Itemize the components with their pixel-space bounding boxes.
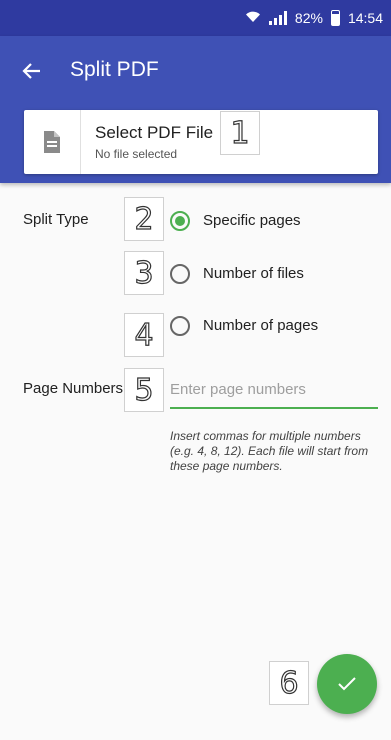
radio-specific-pages[interactable]: [170, 211, 190, 231]
marker-6: 6: [269, 661, 309, 705]
file-icon: [24, 110, 81, 174]
battery-icon: [330, 10, 340, 26]
radio-number-of-files[interactable]: [170, 264, 190, 284]
split-type-label: Split Type: [23, 211, 89, 228]
check-icon: [338, 677, 356, 691]
back-button[interactable]: [22, 56, 52, 86]
signal-icon: [268, 11, 287, 25]
arrow-left-icon: [22, 63, 40, 79]
battery-percent: 82%: [294, 10, 323, 26]
status-bar: 82% 14:54: [0, 0, 391, 36]
marker-5: 5: [124, 368, 164, 412]
marker-3: 3: [124, 251, 164, 295]
select-file-status: No file selected: [95, 147, 178, 161]
page-numbers-input[interactable]: [170, 371, 378, 409]
radio-number-of-pages[interactable]: [170, 316, 190, 336]
option-specific-pages-label[interactable]: Specific pages: [203, 212, 301, 229]
marker-1: 1: [220, 111, 260, 155]
app-bar: Split PDF Select PDF File No file select…: [0, 36, 391, 183]
option-number-of-files-label[interactable]: Number of files: [203, 265, 304, 282]
marker-2: 2: [124, 197, 164, 241]
page-title: Split PDF: [70, 58, 159, 81]
wifi-icon: [245, 10, 261, 26]
page-numbers-label: Page Numbers: [23, 380, 124, 397]
confirm-button[interactable]: [317, 654, 377, 714]
clock: 14:54: [347, 10, 383, 26]
select-pdf-file-button[interactable]: Select PDF File No file selected: [24, 110, 378, 174]
page-numbers-hint: Insert commas for multiple numbers (e.g.…: [170, 429, 369, 473]
marker-4: 4: [124, 313, 164, 357]
option-number-of-pages-label[interactable]: Number of pages: [203, 317, 318, 334]
select-file-title: Select PDF File: [95, 123, 214, 142]
